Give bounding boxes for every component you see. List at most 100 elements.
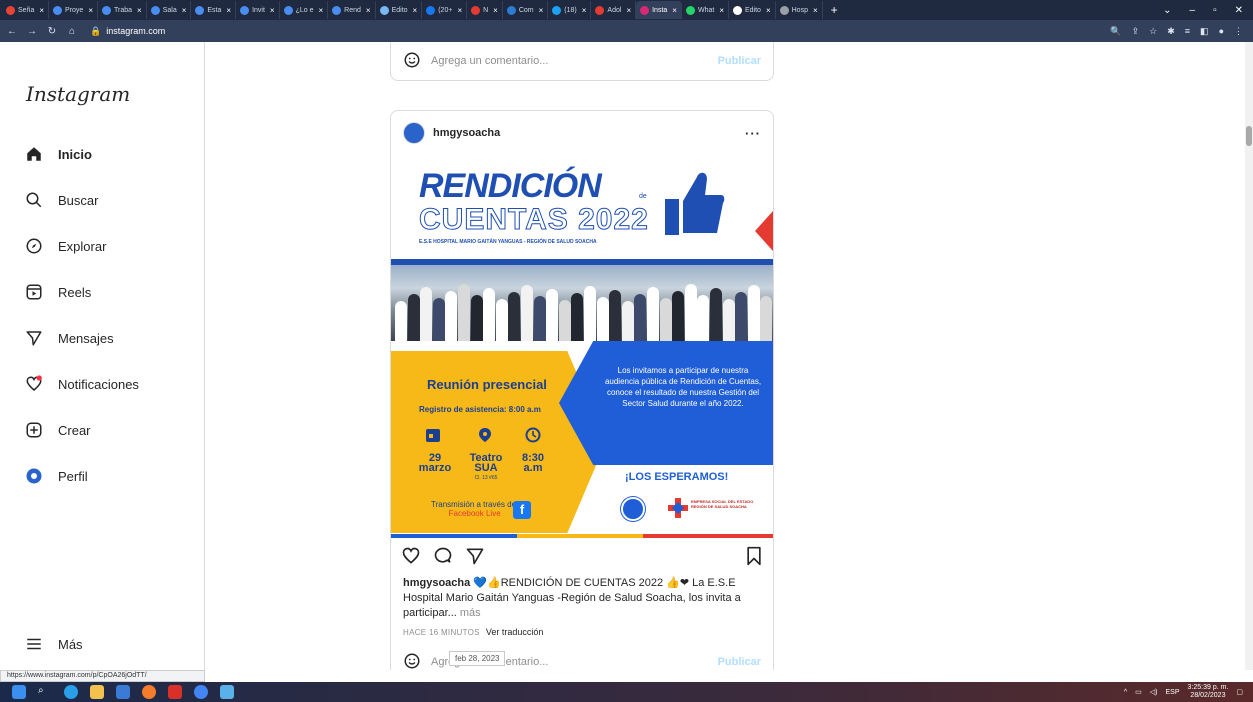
browser-tab[interactable]: (20+ × xyxy=(422,1,468,19)
url-text[interactable]: instagram.com xyxy=(106,26,165,36)
sidebar-item-crear[interactable]: Crear xyxy=(24,420,91,440)
minimize-icon[interactable]: – xyxy=(1190,5,1196,16)
avatar[interactable] xyxy=(403,122,425,144)
close-tab-icon[interactable]: × xyxy=(319,6,324,15)
network-icon[interactable]: ▭ xyxy=(1135,688,1142,696)
bookmark-icon[interactable] xyxy=(745,546,763,569)
comment-input[interactable]: Agrega un comentario... xyxy=(431,55,548,67)
browser-tab[interactable]: Rend × xyxy=(328,1,376,19)
edge-icon[interactable] xyxy=(64,685,78,699)
back-icon[interactable]: ← xyxy=(4,26,20,37)
poster-subtitle: E.S.E HOSPITAL MARIO GAITÁN YANGUAS - RE… xyxy=(419,239,597,245)
browser-tab[interactable]: (18) × xyxy=(548,1,592,19)
browser-tab[interactable]: Adol × xyxy=(591,1,637,19)
sidebar-item-buscar[interactable]: Buscar xyxy=(24,190,98,210)
volume-icon[interactable]: ◁) xyxy=(1150,688,1158,696)
mail-icon[interactable] xyxy=(116,685,130,699)
extensions-icon[interactable]: ✱ xyxy=(1167,26,1175,37)
caption-username[interactable]: hmgysoacha xyxy=(403,577,470,589)
translate-link[interactable]: Ver traducción xyxy=(486,627,544,637)
post-image[interactable]: RENDICIÓN de CUENTAS 2022 E.S.E HOSPITAL… xyxy=(391,155,773,538)
emoji-icon[interactable] xyxy=(403,652,421,671)
sidebar-item-notificaciones[interactable]: Notificaciones xyxy=(24,374,139,394)
like-icon[interactable] xyxy=(401,546,421,569)
app-icon[interactable] xyxy=(220,685,234,699)
close-tab-icon[interactable]: × xyxy=(766,6,771,15)
notifications-icon[interactable]: ▢ xyxy=(1236,688,1243,696)
browser-menu-icon[interactable]: ⋮ xyxy=(1234,26,1243,37)
browser-tab[interactable]: Proye × xyxy=(49,1,98,19)
browser-tab[interactable]: N × xyxy=(467,1,503,19)
caption-more-link[interactable]: más xyxy=(460,607,481,619)
close-tab-icon[interactable]: × xyxy=(582,6,587,15)
close-tab-icon[interactable]: × xyxy=(493,6,498,15)
chrome-icon[interactable] xyxy=(194,685,208,699)
publish-button[interactable]: Publicar xyxy=(718,55,761,67)
emoji-icon[interactable] xyxy=(403,51,421,72)
close-tab-icon[interactable]: × xyxy=(39,6,44,15)
tab-search-icon[interactable]: ⌄ xyxy=(1163,5,1171,16)
close-tab-icon[interactable]: × xyxy=(626,6,631,15)
sidebar-item-reels[interactable]: Reels xyxy=(24,282,91,302)
sidebar-item-explorar[interactable]: Explorar xyxy=(24,236,106,256)
file-explorer-icon[interactable] xyxy=(90,685,104,699)
share-post-icon[interactable] xyxy=(465,546,485,569)
windows-start-icon[interactable] xyxy=(12,685,26,699)
browser-tab[interactable]: Esta × xyxy=(191,1,237,19)
close-tab-icon[interactable]: × xyxy=(719,6,724,15)
browser-tab[interactable]: Edito × xyxy=(729,1,776,19)
browser-tab[interactable]: Seña × xyxy=(2,1,50,19)
close-tab-icon[interactable]: × xyxy=(137,6,142,15)
sidebar-item-mensajes[interactable]: Mensajes xyxy=(24,328,114,348)
browser-tab[interactable]: ¿Lo e × xyxy=(280,1,329,19)
url-field[interactable]: 🔒 instagram.com xyxy=(90,26,165,37)
sidebar-item-perfil[interactable]: Perfil xyxy=(24,466,88,486)
bookmark-star-icon[interactable]: ☆ xyxy=(1149,26,1157,37)
close-tab-icon[interactable]: × xyxy=(182,6,187,15)
browser-tab[interactable]: Com × xyxy=(503,1,549,19)
tray-overflow-icon[interactable]: ^ xyxy=(1124,689,1127,696)
zoom-icon[interactable]: 🔍 xyxy=(1110,26,1121,37)
close-tab-icon[interactable]: × xyxy=(270,6,275,15)
close-tab-icon[interactable]: × xyxy=(672,6,677,15)
post-timestamp[interactable]: HACE 16 MINUTOS xyxy=(403,628,480,637)
firefox-icon[interactable] xyxy=(142,685,156,699)
reload-icon[interactable]: ↻ xyxy=(44,26,60,37)
close-tab-icon[interactable]: × xyxy=(366,6,371,15)
browser-tab[interactable]: Traba × xyxy=(98,1,147,19)
close-window-icon[interactable]: ✕ xyxy=(1235,5,1243,16)
post-username[interactable]: hmgysoacha xyxy=(433,127,500,139)
close-tab-icon[interactable]: × xyxy=(813,6,818,15)
search-taskbar-icon[interactable]: ⌕ xyxy=(38,685,52,699)
browser-tab[interactable]: Sala × xyxy=(147,1,192,19)
scrollbar-thumb[interactable] xyxy=(1246,126,1252,146)
page-scrollbar[interactable] xyxy=(1245,42,1253,670)
close-tab-icon[interactable]: × xyxy=(539,6,544,15)
close-tab-icon[interactable]: × xyxy=(457,6,462,15)
sidebar-item-inicio[interactable]: Inicio xyxy=(24,144,92,164)
browser-tab[interactable]: Edito × xyxy=(376,1,423,19)
instagram-logo[interactable]: Instagram xyxy=(26,82,130,106)
reading-list-icon[interactable]: ≡ xyxy=(1185,26,1190,37)
maximize-icon[interactable]: ▫ xyxy=(1213,5,1217,16)
taskbar-clock[interactable]: 3:25:39 p. m. 28/02/2023 xyxy=(1188,684,1229,700)
language-indicator[interactable]: ESP xyxy=(1166,689,1180,696)
new-tab-button[interactable]: + xyxy=(823,3,846,17)
close-tab-icon[interactable]: × xyxy=(413,6,418,15)
publish-button[interactable]: Publicar xyxy=(718,656,761,668)
browser-tab[interactable]: Invit × xyxy=(236,1,280,19)
close-tab-icon[interactable]: × xyxy=(226,6,231,15)
more-options-icon[interactable]: ··· xyxy=(745,126,761,141)
profile-icon[interactable]: ● xyxy=(1219,26,1224,37)
browser-tab[interactable]: Insta × xyxy=(636,1,682,19)
sidebar-item-mas[interactable]: Más xyxy=(24,634,83,654)
browser-tab[interactable]: Hosp × xyxy=(776,1,823,19)
comment-icon[interactable] xyxy=(433,546,453,569)
side-panel-icon[interactable]: ◧ xyxy=(1200,26,1209,37)
forward-icon[interactable]: → xyxy=(24,26,40,37)
share-icon[interactable]: ⇪ xyxy=(1132,26,1140,37)
acrobat-icon[interactable] xyxy=(168,685,182,699)
close-tab-icon[interactable]: × xyxy=(88,6,93,15)
home-browser-icon[interactable]: ⌂ xyxy=(64,26,80,37)
browser-tab[interactable]: What × xyxy=(682,1,729,19)
